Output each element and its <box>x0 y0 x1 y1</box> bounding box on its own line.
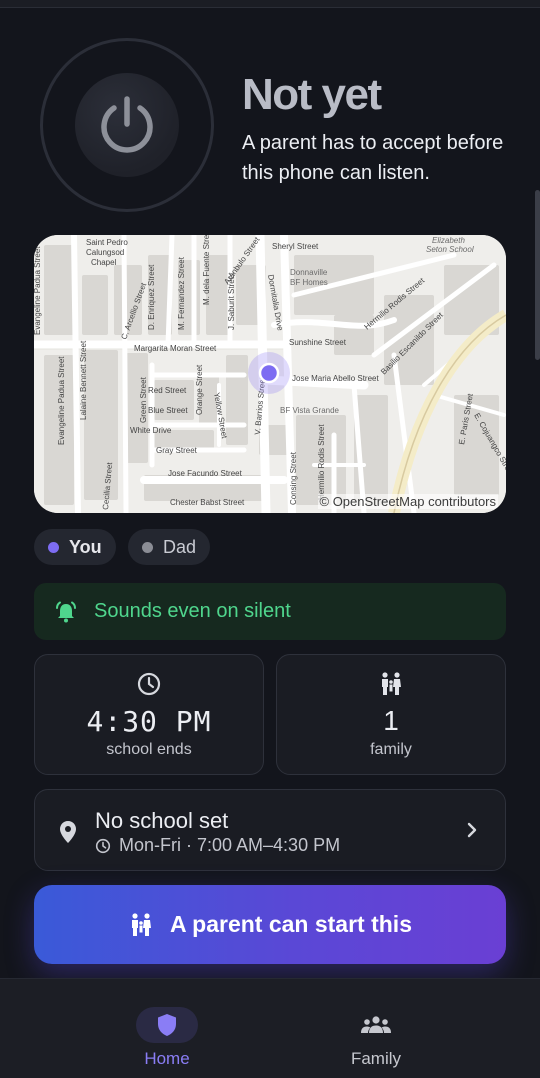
status-subtitle: A parent has to accept before this phone… <box>242 132 504 184</box>
group-icon <box>361 1016 391 1033</box>
member-dot-icon <box>48 541 59 553</box>
alarm-bell-icon <box>56 601 76 622</box>
svg-text:Lalaine Bennett Street: Lalaine Bennett Street <box>79 340 88 420</box>
chevron-right-icon <box>467 822 477 838</box>
bottom-navigation: Home Family <box>0 978 540 1078</box>
svg-text:Saint Pedro: Saint Pedro <box>86 238 128 247</box>
map-tiles: Saint Pedro Calungsod Chapel Evangeline … <box>34 235 506 513</box>
svg-text:D. Enriquez Street: D. Enriquez Street <box>147 264 156 330</box>
current-location-marker <box>258 362 280 384</box>
power-icon <box>101 96 153 153</box>
svg-text:Donnaville: Donnaville <box>290 268 328 277</box>
cta-label: A parent can start this <box>170 911 412 937</box>
svg-text:Elizabeth: Elizabeth <box>432 236 465 245</box>
svg-text:Hermilio Rodis Street: Hermilio Rodis Street <box>317 424 326 500</box>
svg-text:Blue Street: Blue Street <box>148 406 188 415</box>
clock-icon <box>95 838 111 853</box>
member-chip-you[interactable]: You <box>34 529 116 565</box>
school-end-time: 4:30 PM <box>86 705 212 738</box>
svg-text:Green Street: Green Street <box>139 376 148 423</box>
status-bar <box>0 0 540 8</box>
svg-text:Jose Facundo Street: Jose Facundo Street <box>168 469 243 478</box>
svg-text:Chester Babst Street: Chester Babst Street <box>170 498 245 507</box>
family-count-card[interactable]: 1 family <box>276 654 506 775</box>
family-icon <box>382 672 401 695</box>
svg-text:Calungsod: Calungsod <box>86 248 124 257</box>
nav-label-home: Home <box>144 1049 190 1068</box>
svg-text:Chapel: Chapel <box>91 258 117 267</box>
svg-text:BF Vista Grande: BF Vista Grande <box>280 406 340 415</box>
svg-text:Evangeline Padua Street: Evangeline Padua Street <box>57 356 66 445</box>
svg-text:Jose Maria Abello Street: Jose Maria Abello Street <box>292 374 379 383</box>
school-end-label: school ends <box>106 741 192 758</box>
school-end-time-card[interactable]: 4:30 PM school ends <box>34 654 264 775</box>
svg-text:Sheryl Street: Sheryl Street <box>272 242 319 251</box>
banner-text: Sounds even on silent <box>94 600 291 622</box>
svg-text:Margarita Moran Street: Margarita Moran Street <box>134 344 217 353</box>
member-name: You <box>69 536 102 557</box>
svg-text:Sunshine Street: Sunshine Street <box>289 338 347 347</box>
svg-text:Consing Street: Consing Street <box>289 451 298 505</box>
school-settings-row[interactable]: No school set Mon-Fri · 7:00 AM–4:30 PM <box>34 789 506 871</box>
svg-text:Evangeline Padua Street: Evangeline Padua Street <box>34 246 42 335</box>
svg-text:Orange Street: Orange Street <box>195 364 204 415</box>
map-attribution[interactable]: © OpenStreetMap contributors <box>317 494 498 509</box>
location-map[interactable]: Saint Pedro Calungsod Chapel Evangeline … <box>34 235 506 513</box>
scrollbar[interactable] <box>535 190 540 360</box>
nav-home-indicator <box>136 1007 198 1043</box>
svg-text:Seton School: Seton School <box>426 245 474 254</box>
member-name: Dad <box>163 536 197 557</box>
school-schedule: Mon-Fri · 7:00 AM–4:30 PM <box>119 835 341 855</box>
nav-family-indicator <box>345 1007 407 1043</box>
svg-text:BF Homes: BF Homes <box>290 278 328 287</box>
svg-text:White Drive: White Drive <box>130 426 172 435</box>
nav-item-family[interactable]: Family <box>241 979 511 1078</box>
location-pin-icon <box>60 821 76 843</box>
svg-text:Gray Street: Gray Street <box>156 446 198 455</box>
parent-start-button[interactable]: A parent can start this <box>34 885 506 964</box>
svg-text:M. dela Fuente Street: M. dela Fuente Street <box>202 235 211 305</box>
listening-status-indicator <box>40 38 214 212</box>
member-chip-dad[interactable]: Dad <box>128 529 211 565</box>
family-count: 1 <box>383 705 399 736</box>
silent-mode-banner: Sounds even on silent <box>34 583 506 640</box>
power-button <box>75 73 179 177</box>
school-schedule-row: Mon-Fri · 7:00 AM–4:30 PM <box>95 835 340 856</box>
family-icon <box>132 912 151 936</box>
svg-text:Red Street: Red Street <box>148 386 187 395</box>
family-count-label: family <box>370 741 412 758</box>
status-title: Not yet <box>242 70 382 119</box>
clock-icon <box>137 672 161 696</box>
svg-text:M. Fernandez Street: M. Fernandez Street <box>177 256 186 330</box>
member-dot-icon <box>142 541 153 553</box>
school-name: No school set <box>95 808 229 833</box>
nav-label-family: Family <box>350 1049 402 1068</box>
shield-icon <box>158 1014 176 1036</box>
